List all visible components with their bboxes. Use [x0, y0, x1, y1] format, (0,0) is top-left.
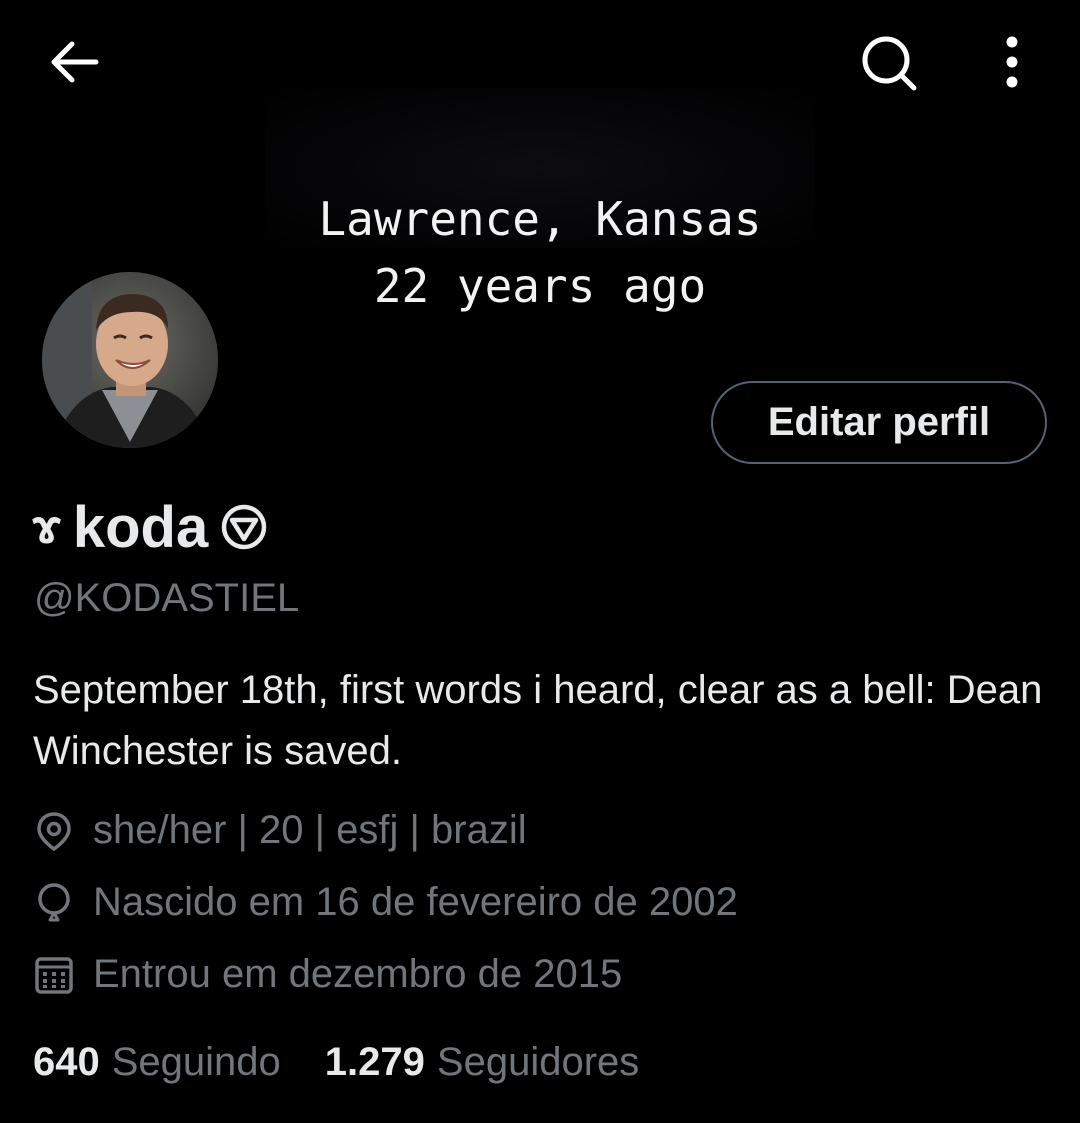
joined-row: Entrou em dezembro de 2015 [33, 952, 622, 997]
profile-photo [42, 272, 218, 448]
avatar[interactable] [38, 268, 222, 452]
following-label: Seguindo [111, 1040, 281, 1084]
banner-line-1: Lawrence, Kansas [318, 192, 762, 246]
search-icon[interactable] [860, 34, 918, 92]
edit-profile-button[interactable]: Editar perfil [711, 381, 1047, 464]
birth-row: Nascido em 16 de fevereiro de 2002 [33, 880, 738, 925]
location-text: she/her | 20 | esfj | brazil [93, 808, 527, 852]
display-name-text: koda [72, 494, 209, 560]
bio: September 18th, first words i heard, cle… [33, 668, 1043, 773]
birth-text: Nascido em 16 de fevereiro de 2002 [93, 880, 738, 924]
banner-line-2: 22 years ago [373, 259, 707, 313]
followers-link[interactable]: 1.279 Seguidores [325, 1040, 639, 1085]
banner-caption: Lawrence, Kansas 22 years ago [265, 88, 815, 313]
following-count: 640 [33, 1040, 100, 1084]
name-prefix-symbol: ɤ [32, 500, 61, 554]
location-row: she/her | 20 | esfj | brazil [33, 808, 527, 853]
handle: @KODASTIEL [34, 576, 300, 620]
name-suffix-icon [221, 504, 267, 550]
profile-page: Lawrence, Kansas 22 years ago Editar per… [0, 0, 1080, 1123]
balloon-icon [38, 882, 70, 921]
more-vertical-icon[interactable] [996, 34, 1028, 90]
followers-count: 1.279 [324, 1040, 425, 1084]
joined-text: Entrou em dezembro de 2015 [93, 952, 623, 996]
arrow-left-icon[interactable] [48, 38, 100, 86]
display-name: ɤ koda [32, 492, 268, 562]
follow-stats: 640 Seguindo 1.279 Seguidores [33, 1040, 683, 1085]
calendar-icon [35, 956, 73, 994]
location-pin-icon [37, 811, 71, 851]
following-link[interactable]: 640 Seguindo [33, 1040, 281, 1085]
followers-label: Seguidores [436, 1040, 640, 1084]
